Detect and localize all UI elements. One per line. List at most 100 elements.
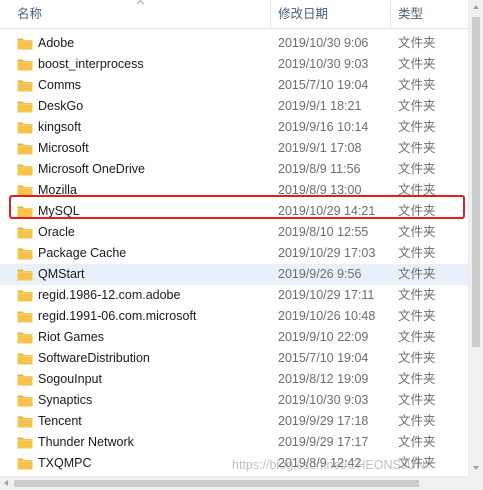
file-name: Microsoft OneDrive: [38, 162, 145, 176]
file-modified-date: 2015/7/10 19:04: [278, 78, 369, 92]
scroll-up-arrow-icon[interactable]: [473, 5, 479, 9]
folder-icon: [17, 353, 33, 365]
file-type: 文件夹: [398, 288, 436, 302]
file-row[interactable]: MySQL 2019/10/29 14:21 文件夹: [0, 201, 468, 222]
column-header: 名称 修改日期 类型: [0, 0, 468, 29]
column-type-header[interactable]: 类型: [398, 0, 423, 28]
file-row[interactable]: regid.1986-12.com.adobe 2019/10/29 17:11 文…: [0, 285, 468, 306]
folder-icon: [17, 227, 33, 239]
file-row[interactable]: Mozilla 2019/8/9 13:00 文件夹: [0, 180, 468, 201]
file-name: TXQMPC: [38, 456, 92, 470]
file-name: QMStart: [38, 267, 85, 281]
file-modified-date: 2019/8/12 19:09: [278, 372, 369, 386]
file-modified-date: 2015/7/10 19:04: [278, 351, 369, 365]
file-type: 文件夹: [398, 225, 436, 239]
file-row[interactable]: Adobe 2019/10/30 9:06 文件夹: [0, 33, 468, 54]
folder-icon: [17, 164, 33, 176]
file-modified-date: 2019/8/9 11:56: [278, 162, 361, 176]
file-type: 文件夹: [398, 57, 436, 71]
file-type: 文件夹: [398, 435, 436, 449]
file-modified-date: 2019/9/16 10:14: [278, 120, 369, 134]
folder-icon: [17, 185, 33, 197]
file-name: DeskGo: [38, 99, 84, 113]
file-name: regid.1991-06.com.microsoft: [38, 309, 197, 323]
file-modified-date: 2019/9/29 17:17: [278, 435, 369, 449]
file-row[interactable]: Microsoft OneDrive 2019/8/9 11:56 文件夹: [0, 159, 468, 180]
vertical-scroll-thumb[interactable]: [472, 17, 480, 347]
file-modified-date: 2019/8/10 12:55: [278, 225, 369, 239]
folder-icon: [17, 143, 33, 155]
file-name: boost_interprocess: [38, 57, 144, 71]
column-name-header[interactable]: 名称: [17, 0, 42, 28]
column-divider[interactable]: [270, 0, 271, 28]
file-modified-date: 2019/10/29 14:21: [278, 204, 376, 218]
file-name: Microsoft: [38, 141, 89, 155]
scroll-left-arrow-icon[interactable]: [4, 480, 8, 486]
scroll-down-arrow-icon[interactable]: [473, 466, 479, 470]
file-modified-date: 2019/10/30 9:03: [278, 57, 369, 71]
horizontal-scrollbar[interactable]: [0, 476, 468, 490]
file-name: MySQL: [38, 204, 80, 218]
file-name: Synaptics: [38, 393, 93, 407]
file-row[interactable]: Oracle 2019/8/10 12:55 文件夹: [0, 222, 468, 243]
column-date-header[interactable]: 修改日期: [278, 0, 328, 28]
folder-icon: [17, 269, 33, 281]
watermark: https://blog.csdn.net/CHEONSJUN: [232, 458, 426, 472]
file-modified-date: 2019/9/29 17:18: [278, 414, 369, 428]
file-type: 文件夹: [398, 267, 436, 281]
folder-icon: [17, 416, 33, 428]
file-row[interactable]: Microsoft 2019/9/1 17:08 文件夹: [0, 138, 468, 159]
folder-icon: [17, 80, 33, 92]
file-modified-date: 2019/9/26 9:56: [278, 267, 362, 281]
file-type: 文件夹: [398, 162, 436, 176]
column-divider[interactable]: [390, 0, 391, 28]
file-type: 文件夹: [398, 351, 436, 365]
file-modified-date: 2019/10/26 10:48: [278, 309, 376, 323]
folder-icon: [17, 437, 33, 449]
file-type: 文件夹: [398, 183, 436, 197]
folder-icon: [17, 374, 33, 386]
scrollbar-corner: [468, 476, 483, 490]
file-row[interactable]: QMStart 2019/9/26 9:56 文件夹: [0, 264, 468, 285]
folder-icon: [17, 395, 33, 407]
sort-up-arrow-icon: [136, 0, 145, 5]
file-type: 文件夹: [398, 99, 436, 113]
file-row[interactable]: Comms 2015/7/10 19:04 文件夹: [0, 75, 468, 96]
file-row[interactable]: boost_interprocess 2019/10/30 9:03 文件夹: [0, 54, 468, 75]
file-modified-date: 2019/9/10 22:09: [278, 330, 369, 344]
folder-icon: [17, 59, 33, 71]
file-name: SoftwareDistribution: [38, 351, 150, 365]
file-modified-date: 2019/9/1 18:21: [278, 99, 362, 113]
horizontal-scroll-thumb[interactable]: [14, 480, 419, 487]
folder-icon: [17, 458, 33, 470]
file-row[interactable]: Tencent 2019/9/29 17:18 文件夹: [0, 411, 468, 432]
folder-icon: [17, 122, 33, 134]
file-type: 文件夹: [398, 78, 436, 92]
file-name: Comms: [38, 78, 82, 92]
file-name: Oracle: [38, 225, 75, 239]
file-modified-date: 2019/10/29 17:11: [278, 288, 375, 302]
file-row[interactable]: SogouInput 2019/8/12 19:09 文件夹: [0, 369, 468, 390]
file-type: 文件夹: [398, 309, 436, 323]
file-row[interactable]: Package Cache 2019/10/29 17:03 文件夹: [0, 243, 468, 264]
file-modified-date: 2019/10/30 9:03: [278, 393, 369, 407]
file-row[interactable]: Synaptics 2019/10/30 9:03 文件夹: [0, 390, 468, 411]
file-name: SogouInput: [38, 372, 102, 386]
folder-icon: [17, 332, 33, 344]
file-name: kingsoft: [38, 120, 82, 134]
file-type: 文件夹: [398, 393, 436, 407]
file-type: 文件夹: [398, 120, 436, 134]
file-name: regid.1986-12.com.adobe: [38, 288, 181, 302]
file-row[interactable]: DeskGo 2019/9/1 18:21 文件夹: [0, 96, 468, 117]
file-type: 文件夹: [398, 204, 436, 218]
file-row[interactable]: regid.1991-06.com.microsoft 2019/10/26 10…: [0, 306, 468, 327]
file-row[interactable]: SoftwareDistribution 2015/7/10 19:04 文件夹: [0, 348, 468, 369]
file-name: Mozilla: [38, 183, 77, 197]
file-name: Thunder Network: [38, 435, 134, 449]
file-row[interactable]: kingsoft 2019/9/16 10:14 文件夹: [0, 117, 468, 138]
file-modified-date: 2019/9/1 17:08: [278, 141, 362, 155]
file-row[interactable]: Riot Games 2019/9/10 22:09 文件夹: [0, 327, 468, 348]
file-type: 文件夹: [398, 414, 436, 428]
file-row[interactable]: Thunder Network 2019/9/29 17:17 文件夹: [0, 432, 468, 453]
vertical-scrollbar[interactable]: [468, 0, 483, 476]
